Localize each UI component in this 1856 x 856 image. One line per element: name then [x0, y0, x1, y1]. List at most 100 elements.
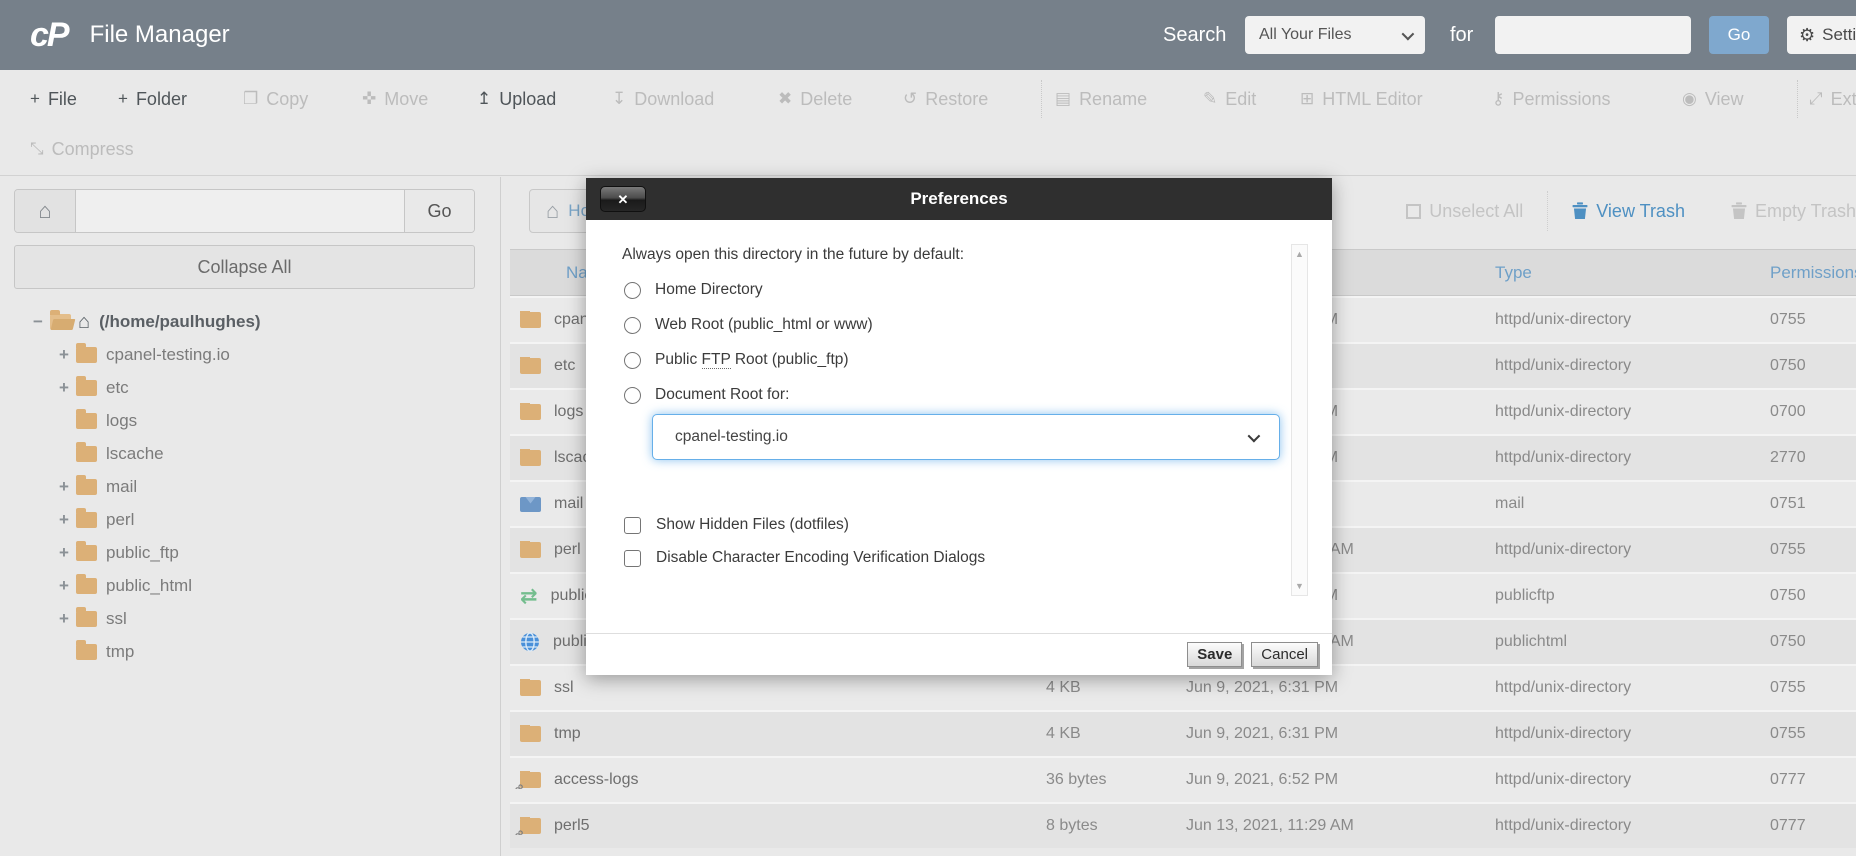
file-type-cell: httpd/unix-directory: [1495, 311, 1632, 328]
last-modified-cell: Jun 9, 2021, 6:31 PM: [1186, 725, 1339, 742]
trash-icon: [1572, 202, 1588, 219]
collapse-all-button[interactable]: Collapse All: [14, 245, 475, 289]
tree-item-mail[interactable]: + mail: [0, 470, 500, 503]
expand-icon[interactable]: +: [52, 345, 76, 365]
file-type-cell: httpd/unix-directory: [1495, 817, 1632, 834]
save-button[interactable]: Save: [1187, 642, 1243, 667]
unselect-all-label: Unselect All: [1429, 200, 1524, 221]
toolbar-label: Delete: [800, 88, 853, 109]
tree-item-etc[interactable]: + etc: [0, 371, 500, 404]
link-icon: ∞: [510, 778, 528, 789]
toolbar-restore-button: ↺ Restore: [903, 70, 988, 128]
view-trash-label: View Trash: [1596, 200, 1685, 221]
radio-home-directory[interactable]: [624, 281, 641, 299]
permissions-cell: 0755: [1770, 725, 1806, 742]
scroll-up-arrow-icon[interactable]: ▲: [1292, 249, 1307, 259]
file-name-cell: perl: [554, 541, 581, 558]
toolbar-file-button[interactable]: + File: [30, 70, 77, 128]
folder-icon: [76, 606, 97, 627]
radio-label: Home Directory: [655, 281, 763, 298]
checkbox-show-hidden-files[interactable]: [624, 516, 641, 534]
radio-public-ftp-root[interactable]: [624, 351, 641, 369]
table-row-access-logs[interactable]: ∞ access-logs 36 bytes Jun 9, 2021, 6:52 PM…: [510, 756, 1856, 802]
tree-item-publicftp[interactable]: + public_ftp: [0, 536, 500, 569]
preference-checkboxes: Show Hidden Files (dotfiles) Disable Cha…: [622, 516, 1268, 567]
toolbar-upload-button[interactable]: ↥ Upload: [477, 70, 556, 128]
settings-button[interactable]: ⚙ Settings: [1787, 16, 1856, 54]
tree-item-label: cpanel-testing.io: [106, 344, 230, 364]
toolbar-label: Folder: [135, 88, 187, 109]
copy-icon: ❐: [243, 89, 259, 108]
file-type-cell: mail: [1495, 495, 1525, 512]
settings-label: Settings: [1822, 25, 1856, 44]
expand-icon[interactable]: +: [52, 510, 76, 530]
expand-icon[interactable]: +: [52, 576, 76, 596]
tree-item-label: public_html: [106, 575, 192, 595]
tree-item-perl[interactable]: + perl: [0, 503, 500, 536]
expand-icon[interactable]: +: [52, 609, 76, 629]
html-editor-icon: ⊞: [1300, 89, 1315, 108]
file-type-cell: httpd/unix-directory: [1495, 449, 1632, 466]
edit-icon: ✎: [1203, 89, 1218, 108]
tree-item-ssl[interactable]: + ssl: [0, 602, 500, 635]
folder-icon: [76, 441, 97, 462]
ftp-abbr: FTP: [701, 351, 731, 369]
radio-document-root[interactable]: [624, 386, 641, 404]
cancel-button[interactable]: Cancel: [1251, 642, 1318, 667]
document-root-select[interactable]: cpanel-testing.io: [652, 414, 1280, 460]
view-trash-button[interactable]: View Trash: [1572, 201, 1685, 222]
close-button[interactable]: ✕: [600, 186, 646, 212]
tree-item-tmp[interactable]: tmp: [0, 635, 500, 668]
tree-item-publichtml[interactable]: + public_html: [0, 569, 500, 602]
file-name-cell: tmp: [554, 725, 581, 742]
gear-icon: ⚙: [1799, 24, 1816, 45]
cpanel-logo: cP: [30, 15, 70, 54]
search-scope-select[interactable]: All Your Files: [1245, 16, 1425, 54]
home-button[interactable]: ⌂: [15, 190, 76, 232]
checkbox-disable-encoding-dialogs[interactable]: [624, 549, 641, 567]
expand-icon[interactable]: +: [52, 543, 76, 563]
empty-trash-button: Empty Trash: [1731, 201, 1856, 222]
expand-icon[interactable]: +: [52, 477, 76, 497]
toolbar-divider: [1041, 80, 1042, 118]
search-label: Search: [1163, 23, 1227, 46]
tree-item-lscache[interactable]: lscache: [0, 437, 500, 470]
sync-arrows-icon: ⇄: [520, 585, 538, 607]
upload-icon: ↥: [477, 89, 492, 108]
table-row-perl5[interactable]: ∞ perl5 8 bytes Jun 13, 2021, 11:29 AM httpd…: [510, 802, 1856, 848]
tree-item-label: logs: [106, 410, 138, 430]
toolbar-view-button: ◉ View: [1682, 70, 1744, 128]
toolbar-rename-button: ▤ Rename: [1055, 70, 1147, 128]
dialog-scrollbar[interactable]: ▲ ▼: [1291, 244, 1308, 596]
folder-icon: [76, 408, 97, 429]
search-input[interactable]: [1495, 16, 1691, 54]
radio-label: Document Root for:: [655, 386, 790, 403]
column-header-permissions[interactable]: Permissions: [1738, 263, 1856, 283]
dialog-footer: Save Cancel: [586, 633, 1332, 675]
tree-item-logs[interactable]: logs: [0, 404, 500, 437]
toolbar-label: File: [47, 88, 77, 109]
toolbar-divider: [1797, 80, 1798, 118]
collapse-icon[interactable]: −: [26, 312, 50, 332]
home-icon: ⌂: [546, 198, 560, 223]
radio-web-root[interactable]: [624, 316, 641, 334]
file-manager-toolbar: + File + Folder ❐ Copy ✜ Move ↥ Upload ↧ Download ✖ D…: [0, 70, 1856, 176]
tree-item-homepaulhughes[interactable]: − ⌂ (/home/paulhughes): [0, 305, 500, 338]
file-name-cell: access-logs: [554, 771, 639, 788]
column-header-type[interactable]: Type: [1463, 263, 1738, 283]
search-go-button[interactable]: Go: [1709, 16, 1769, 54]
last-modified-cell: Jun 9, 2021, 6:52 PM: [1186, 771, 1339, 788]
table-row-tmp[interactable]: tmp 4 KB Jun 9, 2021, 6:31 PM httpd/unix-di…: [510, 710, 1856, 756]
folder-icon: [76, 639, 97, 660]
toolbar-label: Rename: [1079, 88, 1148, 109]
restore-icon: ↺: [903, 89, 918, 108]
expand-icon[interactable]: +: [52, 378, 76, 398]
path-go-button[interactable]: Go: [404, 190, 474, 232]
file-plus-icon: +: [30, 89, 40, 108]
path-input[interactable]: [76, 190, 404, 232]
scroll-down-arrow-icon[interactable]: ▼: [1292, 581, 1307, 591]
permissions-cell: 0750: [1770, 633, 1806, 650]
toolbar-folder-button[interactable]: + Folder: [118, 70, 187, 128]
tree-item-cpanel-testing.io[interactable]: + cpanel-testing.io: [0, 338, 500, 371]
folder-icon: [520, 725, 541, 742]
